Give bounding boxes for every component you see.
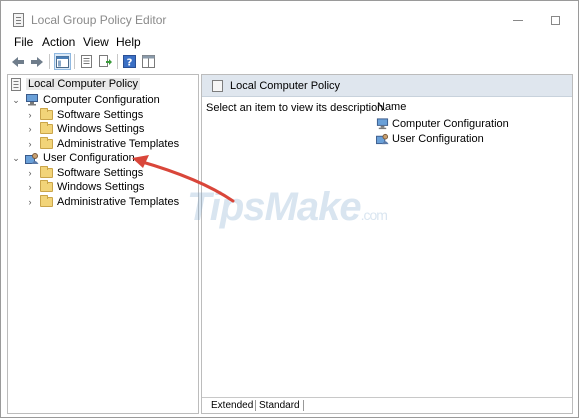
chevron-right-icon[interactable]: › — [25, 197, 35, 207]
toolbar-separator — [74, 54, 75, 69]
chevron-down-icon[interactable]: ⌄ — [11, 153, 21, 163]
tree-item-local-computer-policy[interactable]: Local Computer Policy — [10, 77, 141, 91]
folder-icon — [40, 122, 53, 134]
tree-item-label: Administrative Templates — [57, 196, 180, 208]
maximize-button[interactable] — [540, 9, 570, 31]
tab-extended[interactable]: Extended — [208, 400, 256, 411]
folder-icon — [40, 166, 53, 178]
help-icon: ? — [123, 55, 136, 68]
toolbar: ? — [1, 52, 578, 72]
chevron-right-icon[interactable]: › — [25, 110, 35, 120]
tree-item-administrative-templates[interactable]: Administrative Templates — [40, 137, 179, 151]
show-hide-tree-button[interactable] — [54, 53, 71, 70]
tree-item-computer-configuration[interactable]: Computer Configuration — [25, 93, 160, 107]
app-window: Local Group Policy Editor File Action Vi… — [0, 0, 579, 418]
back-button[interactable] — [9, 53, 26, 70]
user-icon — [376, 133, 389, 145]
menu-help[interactable]: Help — [116, 35, 141, 49]
user-icon — [25, 152, 39, 164]
show-hide-tree-icon — [56, 55, 69, 68]
tree-item-label: Windows Settings — [57, 181, 145, 193]
chevron-right-icon[interactable]: › — [25, 168, 35, 178]
export-list-button[interactable] — [97, 53, 114, 70]
minimize-icon — [513, 19, 523, 21]
folder-icon — [40, 195, 53, 207]
tree-item-label: Software Settings — [57, 109, 144, 121]
chevron-right-icon[interactable]: › — [25, 124, 35, 134]
filter-button[interactable] — [140, 53, 157, 70]
folder-icon — [40, 137, 53, 149]
computer-icon — [376, 118, 389, 130]
window-title: Local Group Policy Editor — [31, 13, 167, 27]
tree-item-label: Local Computer Policy — [26, 78, 141, 90]
tree-item-label: Software Settings — [57, 167, 144, 179]
tree-item-windows-settings[interactable]: Windows Settings — [40, 122, 144, 136]
properties-icon — [81, 55, 92, 68]
toolbar-separator — [117, 54, 118, 69]
minimize-button[interactable] — [503, 9, 533, 31]
svg-text:?: ? — [127, 58, 133, 69]
tree-item-administrative-templates[interactable]: Administrative Templates — [40, 195, 179, 209]
policy-document-icon — [212, 80, 223, 92]
watermark-suffix: .com — [360, 207, 388, 223]
computer-icon — [26, 94, 38, 106]
menu-bar: File Action View Help — [1, 34, 578, 50]
title-bar[interactable]: Local Group Policy Editor — [1, 1, 578, 35]
list-item-user-configuration[interactable]: User Configuration — [376, 132, 484, 146]
watermark-text: TipsMake — [187, 185, 362, 229]
chevron-right-icon[interactable]: › — [25, 182, 35, 192]
tree-item-label: Administrative Templates — [57, 138, 180, 150]
tree-item-software-settings[interactable]: Software Settings — [40, 166, 143, 180]
tab-standard[interactable]: Standard — [255, 400, 304, 411]
tree-item-windows-settings[interactable]: Windows Settings — [40, 180, 144, 194]
menu-view[interactable]: View — [83, 35, 109, 49]
details-header: Local Computer Policy — [202, 75, 572, 97]
list-item-label: Computer Configuration — [392, 118, 509, 130]
details-pane[interactable]: Local Computer Policy Select an item to … — [201, 74, 573, 414]
details-header-title: Local Computer Policy — [230, 79, 341, 92]
folder-icon — [40, 108, 53, 120]
tree-pane[interactable]: Local Computer Policy ⌄ Computer Configu… — [7, 74, 199, 414]
filter-icon — [142, 55, 155, 68]
tree-item-label: User Configuration — [43, 152, 135, 164]
chevron-right-icon[interactable]: › — [25, 139, 35, 149]
policy-editor-icon — [13, 13, 24, 27]
forward-icon — [30, 56, 43, 67]
maximize-icon — [550, 15, 560, 25]
view-tabs: Extended Standard — [202, 397, 572, 413]
properties-button[interactable] — [78, 53, 95, 70]
forward-button[interactable] — [28, 53, 45, 70]
folder-icon — [40, 180, 53, 192]
list-item-label: User Configuration — [392, 133, 484, 145]
chevron-down-icon[interactable]: ⌄ — [11, 95, 21, 105]
help-button[interactable]: ? — [121, 53, 138, 70]
column-header-name[interactable]: Name — [377, 101, 406, 113]
watermark-logo: TipsMake.com — [187, 185, 388, 230]
tree-item-label: Computer Configuration — [43, 94, 160, 106]
menu-action[interactable]: Action — [42, 35, 75, 49]
tree-item-label: Windows Settings — [57, 123, 145, 135]
back-icon — [11, 56, 24, 67]
list-item-computer-configuration[interactable]: Computer Configuration — [376, 117, 509, 131]
policy-document-icon — [11, 77, 21, 91]
tree-item-user-configuration[interactable]: User Configuration — [25, 151, 135, 165]
toolbar-separator — [49, 54, 50, 69]
export-list-icon — [98, 55, 112, 67]
tree-item-software-settings[interactable]: Software Settings — [40, 108, 143, 122]
menu-file[interactable]: File — [14, 35, 33, 49]
description-text: Select an item to view its description. — [206, 102, 387, 114]
